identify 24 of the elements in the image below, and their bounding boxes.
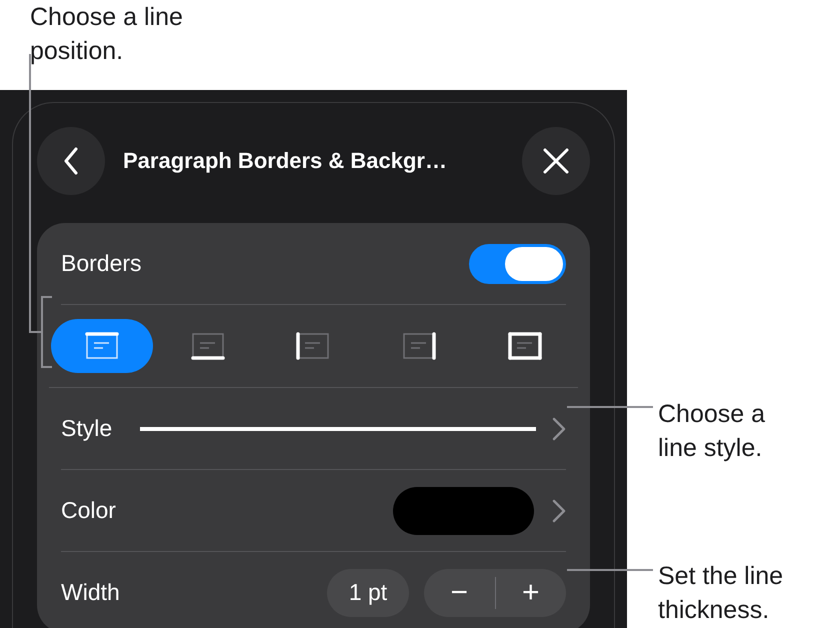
panel-title: Paragraph Borders & Backgr…: [122, 148, 448, 174]
border-position-icon: [296, 332, 330, 360]
border-position-icon: [402, 332, 436, 360]
callout-text: Choose a line position.: [30, 2, 184, 67]
callout-text: Set the line thickness.: [658, 561, 784, 626]
border-position-button[interactable]: [50, 319, 153, 373]
chevron-icon: [552, 416, 566, 440]
border-position-icon: [190, 332, 225, 360]
style-label: Style: [61, 415, 112, 442]
callout-text: Choose a line style.: [658, 399, 766, 464]
chevron-icon: [552, 498, 566, 522]
close-icon: [543, 148, 569, 174]
increase-button[interactable]: +: [496, 568, 566, 616]
color-label: Color: [61, 497, 116, 524]
borders-toggle[interactable]: [469, 244, 566, 284]
style-row[interactable]: Style: [61, 388, 566, 470]
border-position-icon: [84, 332, 119, 360]
borders-label: Borders: [61, 250, 142, 277]
width-label: Width: [61, 579, 120, 606]
decrease-button[interactable]: −: [424, 568, 494, 616]
width-value: 1 pt: [327, 568, 409, 616]
back-icon: [63, 147, 79, 175]
border-position-icon: [508, 332, 542, 360]
color-row[interactable]: Color: [61, 470, 566, 552]
